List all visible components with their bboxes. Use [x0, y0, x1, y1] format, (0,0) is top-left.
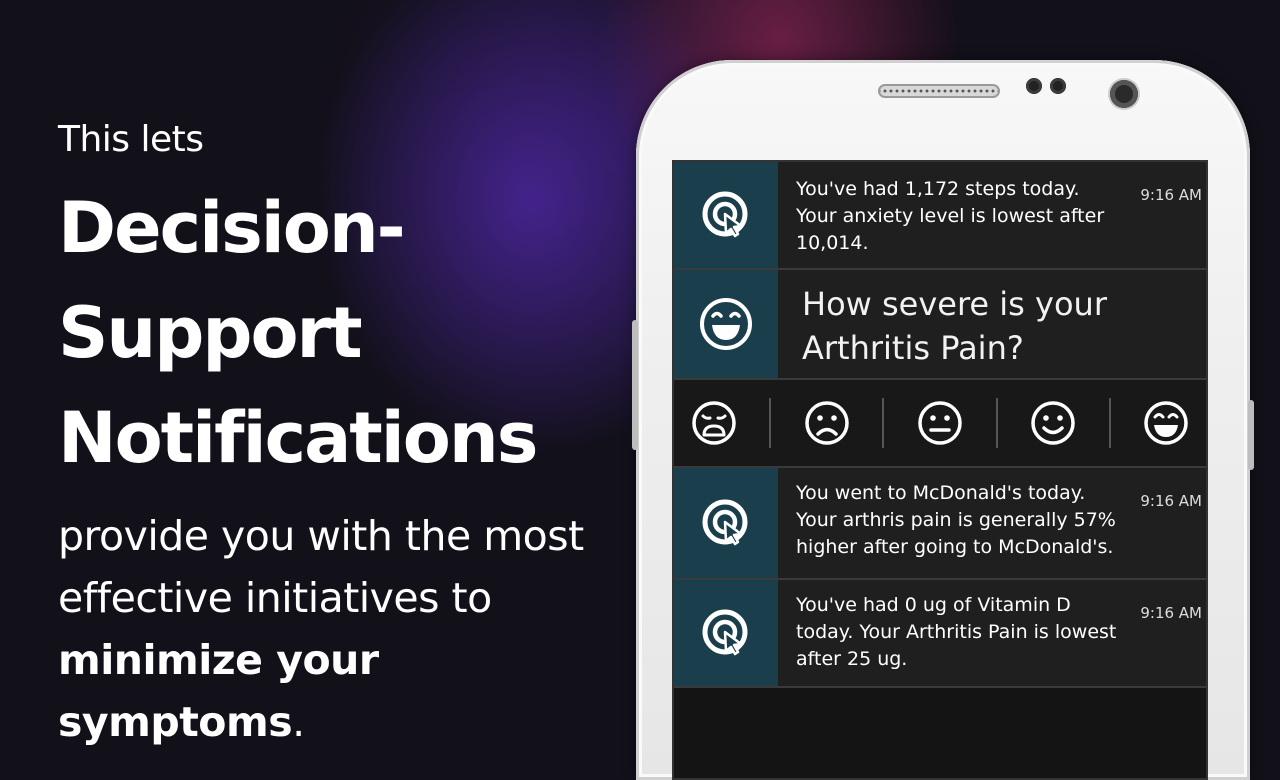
notification-icon-tile [674, 162, 778, 268]
volume-button [632, 320, 638, 450]
earpiece-speaker [878, 84, 1000, 98]
target-cursor-icon [702, 499, 748, 546]
light-sensor [1050, 78, 1066, 94]
rating-divider [1108, 398, 1111, 448]
smiley-icon [700, 298, 752, 350]
phone-mockup: You've had 1,172 steps today. Your anxie… [632, 60, 1254, 780]
very-sad-face-icon[interactable] [690, 399, 738, 447]
notification-icon-tile [674, 270, 778, 378]
notification-pain-question[interactable]: How severe is your Arthritis Pain? [674, 270, 1206, 380]
intro-text: This lets [58, 119, 204, 160]
notification-time: 9:16 AM [1140, 186, 1202, 204]
body-plain: provide you with the most effective init… [58, 512, 584, 622]
proximity-sensor [1026, 78, 1042, 94]
neutral-face-icon[interactable] [916, 399, 964, 447]
target-cursor-icon [702, 191, 748, 238]
headline-line: Support [58, 292, 363, 374]
headline-line: Notifications [58, 397, 538, 479]
power-button [1248, 400, 1254, 470]
notification-icon-tile [674, 580, 778, 686]
phone-screen: You've had 1,172 steps today. Your anxie… [672, 160, 1208, 780]
notification-message: You've had 0 ug of Vitamin D today. Your… [796, 594, 1117, 670]
notification-vitamin-d[interactable]: You've had 0 ug of Vitamin D today. Your… [674, 580, 1206, 688]
target-cursor-icon [702, 609, 748, 656]
notification-message: You went to McDonald's today. Your arthr… [796, 482, 1116, 558]
rating-divider [882, 398, 885, 448]
rating-divider [769, 398, 772, 448]
grin-face-icon[interactable] [1142, 399, 1190, 447]
notification-time: 9:16 AM [1140, 492, 1202, 510]
rating-divider [995, 398, 998, 448]
body-text: provide you with the most effective init… [58, 505, 638, 753]
pain-rating-scale [674, 380, 1206, 468]
headline: Decision- Support Notifications [58, 176, 638, 491]
body-bold: minimize your symptoms [58, 636, 379, 746]
smile-face-icon[interactable] [1029, 399, 1077, 447]
notification-time: 9:16 AM [1140, 604, 1202, 622]
notification-icon-tile [674, 468, 778, 578]
notification-message: You've had 1,172 steps today. Your anxie… [796, 178, 1105, 254]
headline-line: Decision- [58, 187, 406, 269]
notification-mcdonalds[interactable]: You went to McDonald's today. Your arthr… [674, 468, 1206, 580]
body-end: . [292, 698, 305, 746]
front-camera [1110, 80, 1138, 108]
marketing-text: This lets Decision- Support Notification… [58, 112, 638, 753]
notification-steps[interactable]: You've had 1,172 steps today. Your anxie… [674, 162, 1206, 270]
question-text: How severe is your Arthritis Pain? [802, 285, 1107, 367]
sad-face-icon[interactable] [803, 399, 851, 447]
